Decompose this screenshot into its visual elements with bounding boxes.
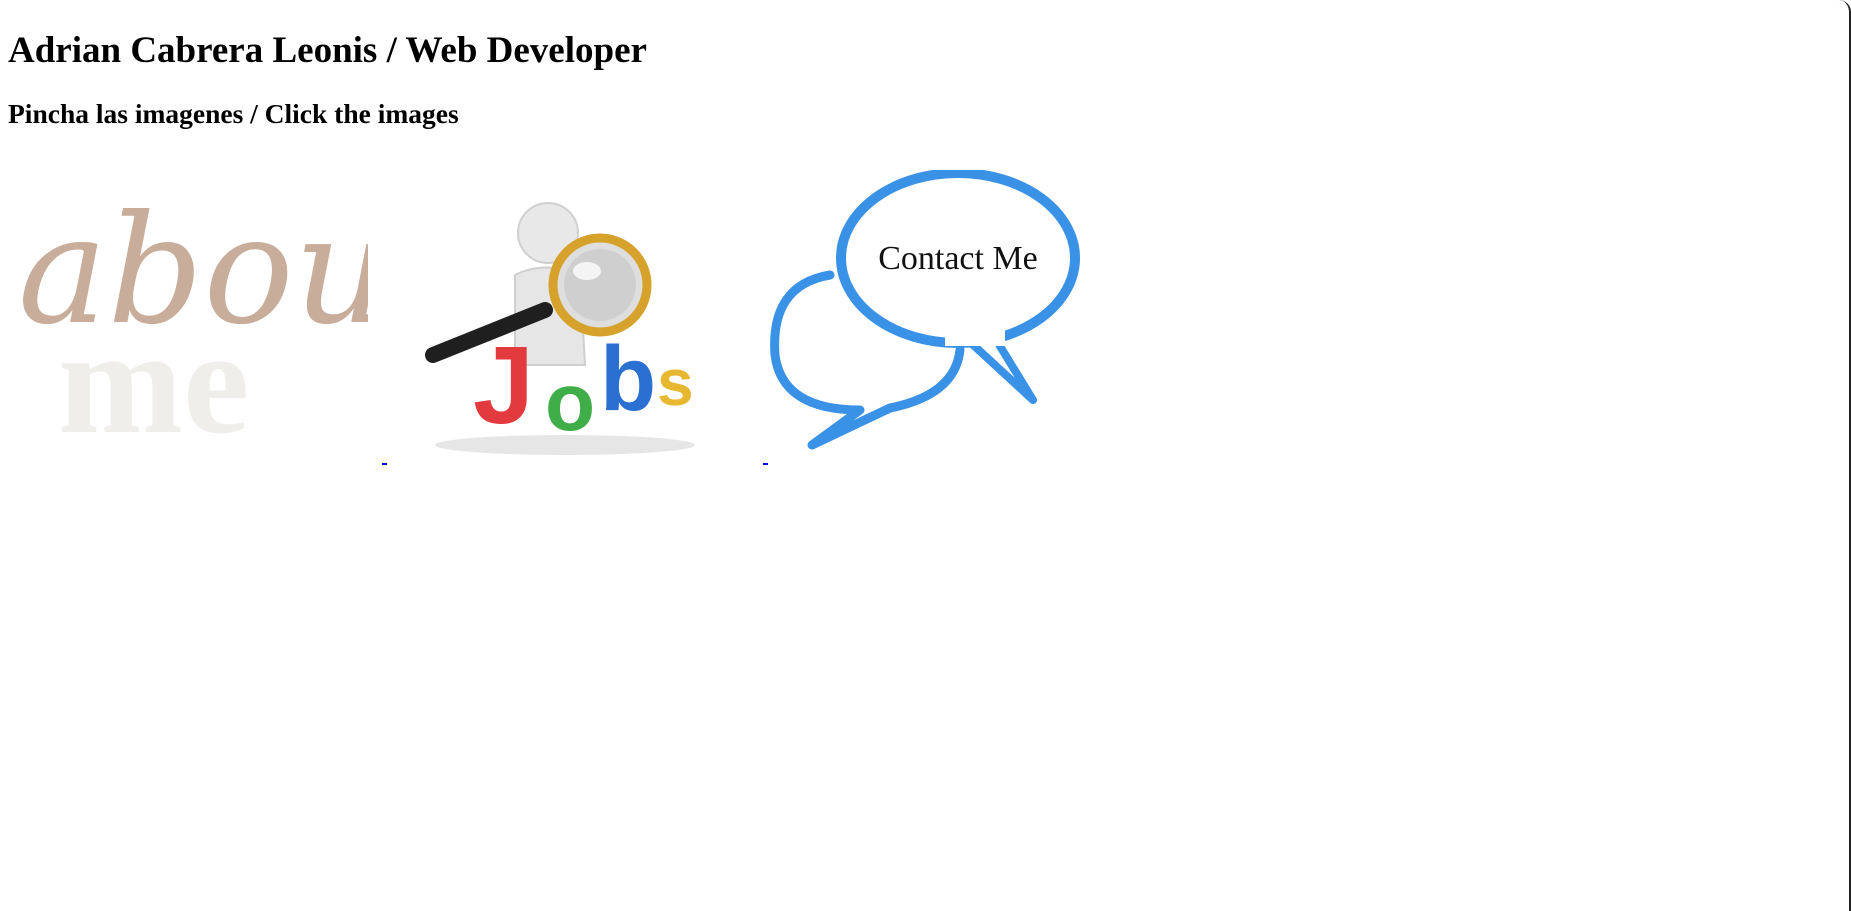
- jobs-letter-b: b: [600, 328, 656, 430]
- jobs-letter-j: J: [473, 324, 534, 447]
- about-me-link[interactable]: me about: [18, 177, 451, 465]
- magnifier-glare: [573, 262, 601, 280]
- contact-me-label: Contact Me: [878, 240, 1038, 277]
- magnifier-glass: [564, 249, 636, 321]
- jobs-link[interactable]: J o b s: [395, 165, 715, 465]
- contact-me-link[interactable]: Contact Me: [770, 168, 1090, 455]
- about-me-image: me about: [18, 184, 451, 465]
- page-frame: Adrian Cabrera Leonis / Web Developer Pi…: [0, 0, 1851, 911]
- front-bubble-tail: [966, 334, 1037, 404]
- contact-me-image: Contact Me: [770, 168, 1080, 450]
- tail-joint-mask: [945, 330, 1005, 346]
- link-gap-underline: [382, 463, 387, 465]
- about-me-script-word: about: [18, 184, 368, 358]
- jobs-letter-s: s: [657, 345, 694, 419]
- main-content: Adrian Cabrera Leonis / Web Developer Pi…: [8, 0, 647, 131]
- jobs-letter-o: o: [545, 357, 595, 448]
- image-links-row: me about J o b s: [0, 165, 1100, 470]
- jobs-image: J o b s: [425, 202, 695, 455]
- link-gap-underline: [763, 463, 768, 465]
- page-subtitle: Pincha las imagenes / Click the images: [8, 98, 459, 129]
- page-title: Adrian Cabrera Leonis / Web Developer: [8, 30, 647, 71]
